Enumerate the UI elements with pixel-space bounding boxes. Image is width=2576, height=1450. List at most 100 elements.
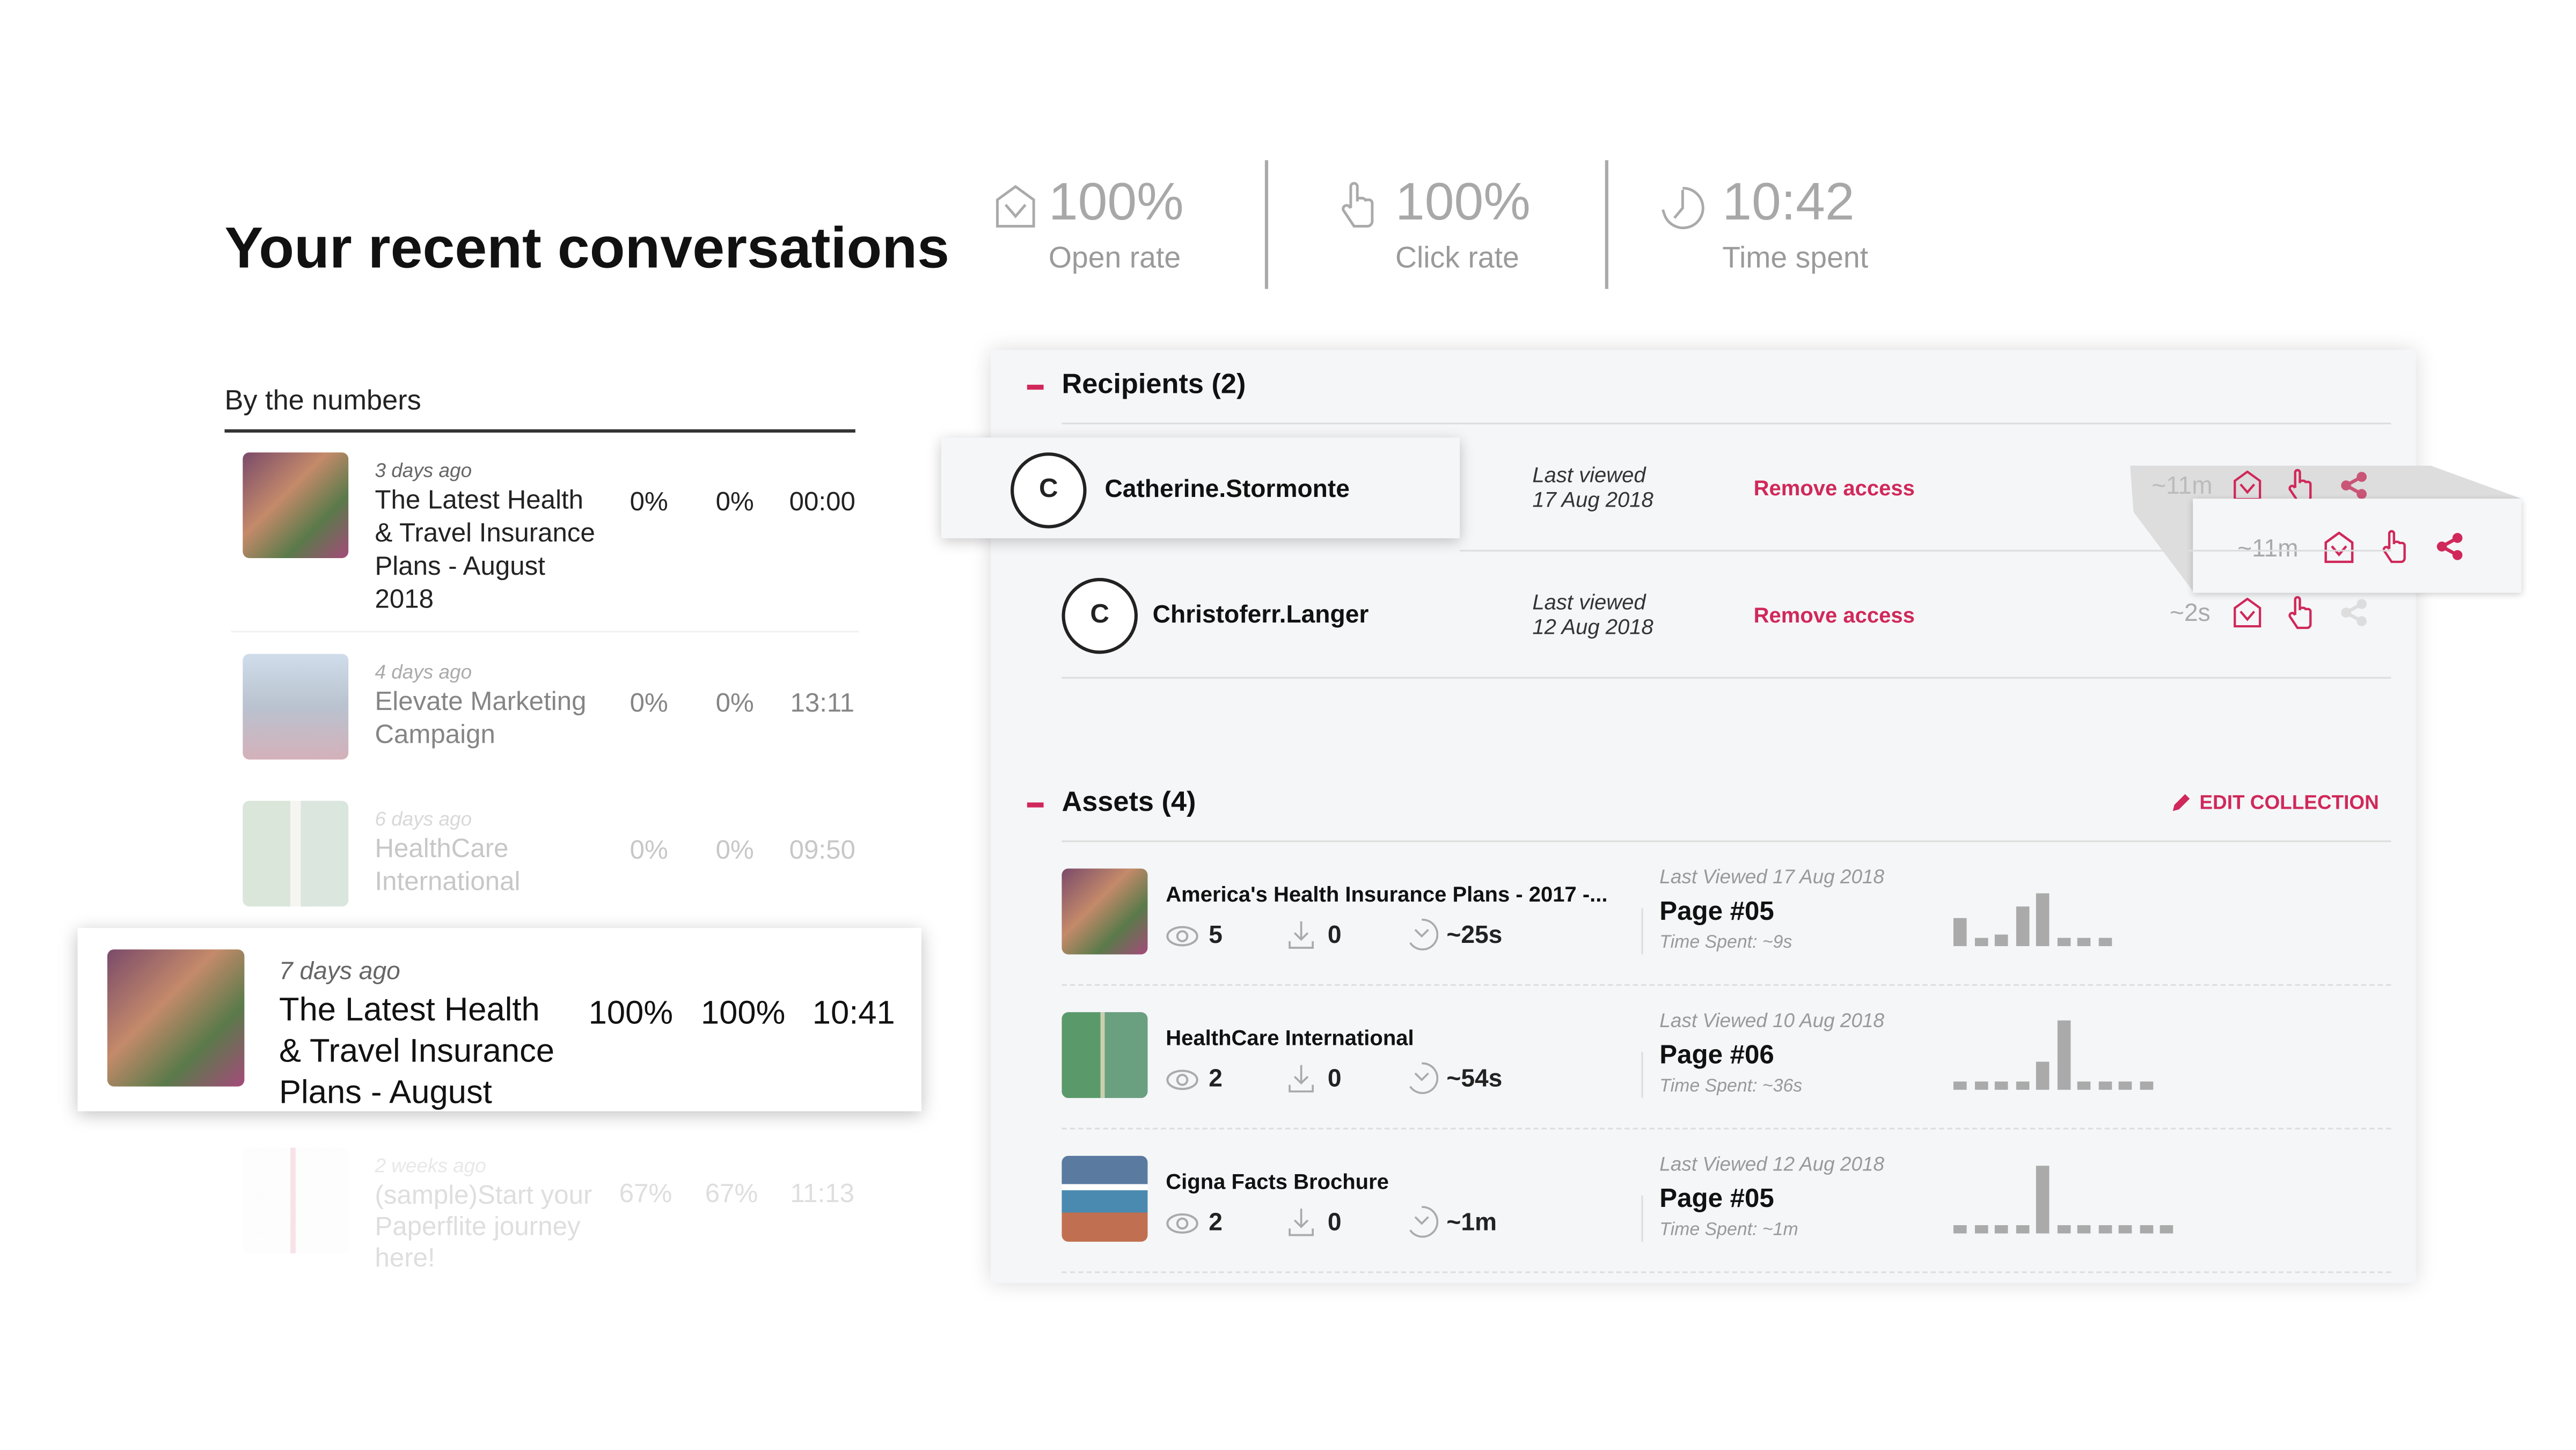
conversation-thumbnail — [107, 949, 245, 1087]
conversation-row[interactable]: 6 days ago HealthCare International 0% 0%… — [224, 801, 868, 919]
last-viewed: Last viewed 17 Aug 2018 — [1532, 463, 1653, 512]
asset-time-spent: Time Spent: ~9s — [1659, 933, 1792, 953]
asset-top-page: Page #05 — [1659, 1185, 1774, 1214]
divider — [1605, 160, 1608, 289]
asset-views: 2 — [1209, 1209, 1223, 1237]
conversation-thumbnail — [243, 801, 349, 907]
click-rate: 100% — [700, 995, 786, 1032]
page-time-bar — [1994, 1081, 2008, 1090]
asset-time: ~25s — [1446, 921, 1503, 950]
last-viewed-label: Last viewed — [1532, 462, 1646, 487]
asset-title: Cigna Facts Brochure — [1166, 1169, 1389, 1194]
time-spent: 11:13 — [790, 1180, 855, 1209]
asset-time: ~54s — [1446, 1065, 1503, 1093]
asset-row[interactable]: Cigna Facts Brochure 2 0 ~1m Last Viewed 12 … — [1062, 1152, 2391, 1255]
page-time-bar — [2118, 1225, 2132, 1234]
recipients-heading: Recipients (2) — [1062, 368, 1246, 400]
share-icon[interactable] — [2340, 471, 2368, 500]
title-line: International — [375, 868, 521, 897]
asset-row[interactable]: HealthCare International 2 0 ~54s Last Viewe… — [1062, 1009, 2391, 1111]
page-time-bar — [2139, 1225, 2153, 1234]
asset-downloads: 0 — [1327, 1065, 1342, 1093]
asset-thumbnail — [1062, 1155, 1148, 1242]
eye-icon — [1166, 1212, 1199, 1235]
edit-collection-button[interactable]: EDIT COLLECTION — [2170, 791, 2379, 814]
title-line: 2018 — [375, 586, 434, 614]
title-line: Paperflite journey — [375, 1213, 581, 1242]
divider — [1062, 1127, 2391, 1130]
asset-title: HealthCare International — [1166, 1025, 1414, 1050]
last-viewed-date: 17 Aug 2018 — [1532, 487, 1653, 512]
time-spent-value: 10:42 — [1722, 171, 1855, 231]
asset-thumbnail — [1062, 1012, 1148, 1099]
click-rate: 67% — [705, 1180, 758, 1209]
asset-time: ~1m — [1446, 1209, 1497, 1237]
page-time-bar — [2139, 1081, 2153, 1090]
envelope-open-icon — [2323, 531, 2354, 563]
page-time-bar — [2077, 1081, 2091, 1090]
recipient-name: Christoferr.Langer — [1152, 600, 1369, 629]
conversation-thumbnail — [243, 654, 349, 760]
conversation-date: 3 days ago — [375, 459, 472, 482]
download-icon — [1288, 920, 1314, 949]
page-time-bar — [1953, 918, 1967, 947]
page-time-bar — [1953, 1225, 1967, 1234]
page-time-bar — [2015, 1081, 2029, 1090]
page-time-bar — [1974, 1225, 1988, 1234]
asset-row[interactable]: America's Health Insurance Plans - 2017 … — [1062, 865, 2391, 968]
asset-last-viewed: Last Viewed 17 Aug 2018 — [1659, 865, 1885, 889]
conversation-date: 7 days ago — [279, 957, 400, 986]
conversation-title: Elevate Marketing Campaign — [375, 687, 586, 753]
click-rate-value: 100% — [1395, 171, 1531, 231]
edit-collection-label: EDIT COLLECTION — [2199, 790, 2379, 814]
click-rate: 0% — [715, 488, 754, 517]
hand-pointer-icon — [1337, 181, 1380, 228]
clock-icon — [1405, 1205, 1438, 1239]
conversation-title: The Latest Health & Travel Insurance Plans… — [375, 486, 595, 618]
conversation-row[interactable]: 4 days ago Elevate Marketing Campaign 0% … — [224, 654, 868, 773]
conversation-row[interactable]: 2 weeks ago (sample)Start your Paperflite… — [224, 1147, 868, 1283]
page-time-bar — [2057, 938, 2070, 947]
conversation-row[interactable]: 3 days ago The Latest Health & Travel Ins… — [224, 452, 868, 621]
open-rate: 0% — [630, 837, 668, 866]
page-time-bar — [2160, 1225, 2174, 1234]
title-line: Plans - August — [279, 1075, 492, 1111]
divider — [1459, 550, 2391, 552]
clock-icon — [1405, 1061, 1438, 1095]
clock-icon — [1659, 185, 1706, 231]
page-time-bar — [2015, 906, 2029, 947]
conversation-row-highlighted[interactable]: 7 days ago The Latest Health & Travel Ins… — [77, 928, 921, 1111]
remove-access-button[interactable]: Remove access — [1754, 603, 1915, 627]
open-rate: 0% — [630, 488, 668, 517]
page-time-bar — [2077, 1225, 2091, 1234]
page-time-bar — [1994, 1225, 2008, 1234]
conversation-date: 6 days ago — [375, 807, 472, 831]
time-spent-label: Time spent — [1722, 241, 1869, 274]
asset-time-spent: Time Spent: ~1m — [1659, 1220, 1798, 1240]
assets-heading: Assets (4) — [1062, 786, 1196, 818]
divider — [1062, 422, 2391, 424]
asset-last-viewed: Last Viewed 12 Aug 2018 — [1659, 1152, 1885, 1176]
asset-thumbnail — [1062, 868, 1148, 955]
pencil-icon — [2172, 793, 2190, 810]
title-line: The Latest Health — [375, 487, 584, 515]
divider — [1062, 840, 2391, 843]
remove-access-button[interactable]: Remove access — [1754, 475, 1915, 500]
open-rate: 0% — [630, 690, 668, 719]
open-rate: 100% — [588, 995, 674, 1032]
title-line: here! — [375, 1244, 435, 1273]
collapse-recipients-button[interactable] — [1027, 384, 1044, 390]
share-icon[interactable] — [2435, 532, 2463, 561]
recipient-row-highlighted[interactable]: C Catherine.Stormonte — [941, 437, 1460, 539]
eye-icon — [1166, 925, 1199, 948]
collapse-assets-button[interactable] — [1027, 802, 1044, 808]
title-line: HealthCare — [375, 835, 509, 864]
recipient-activity-popup: ~11m — [2193, 499, 2522, 593]
envelope-open-icon — [996, 185, 1035, 228]
clock-icon — [1405, 918, 1438, 951]
asset-title: America's Health Insurance Plans - 2017 … — [1166, 882, 1608, 907]
page-time-bar — [2077, 938, 2091, 947]
asset-downloads: 0 — [1327, 921, 1342, 950]
page-time-bar — [1994, 934, 2008, 947]
share-icon[interactable] — [2340, 598, 2368, 627]
